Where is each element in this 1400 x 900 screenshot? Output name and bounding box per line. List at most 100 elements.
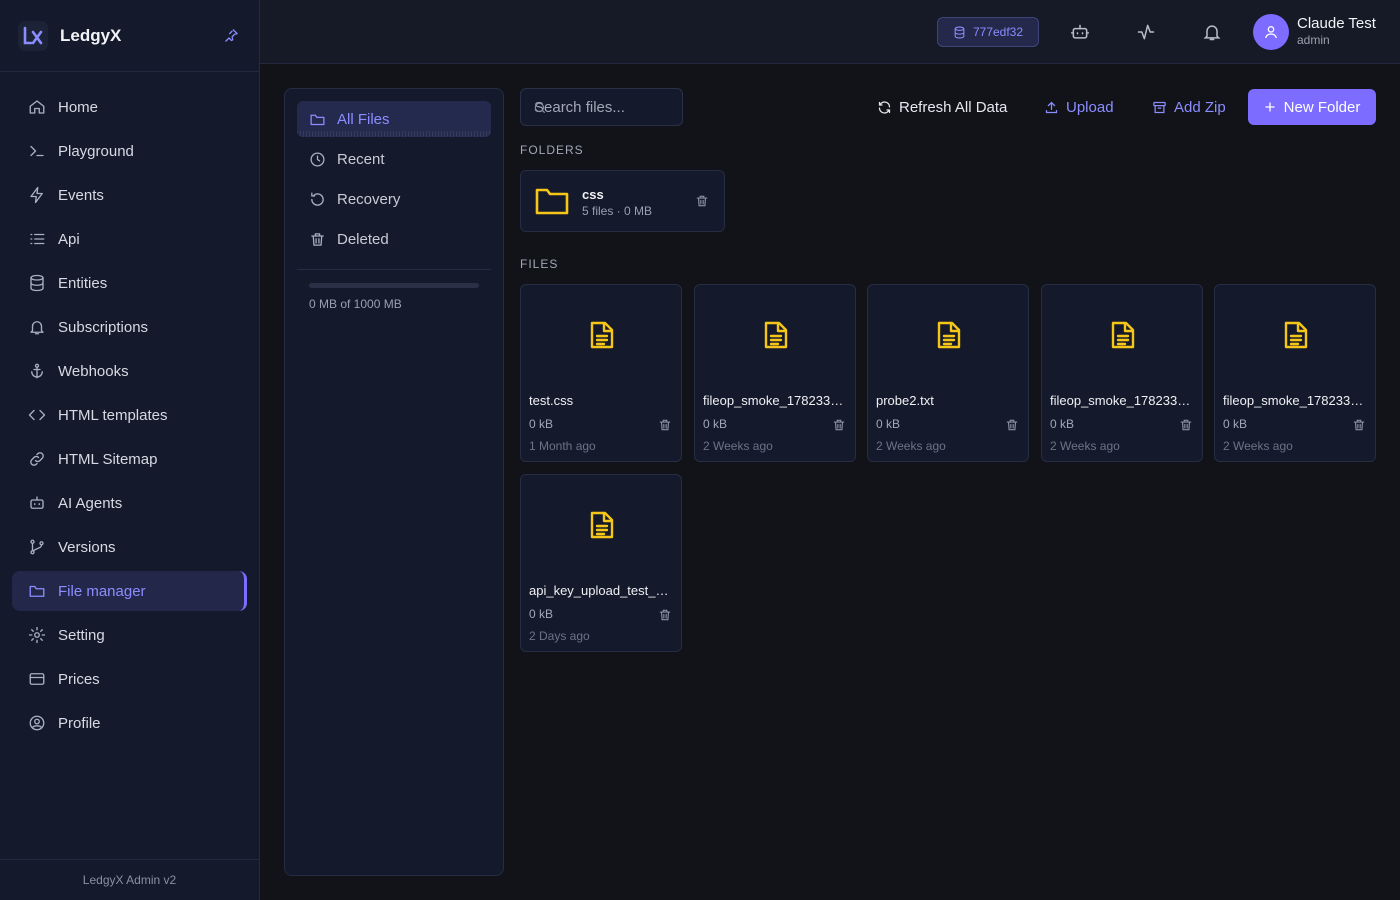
clock-icon [309,151,326,168]
pin-icon[interactable] [221,26,241,46]
file-date: 1 Month ago [529,439,596,453]
sidebar-footer: LedgyX Admin v2 [0,859,259,900]
file-date: 2 Weeks ago [1050,439,1120,453]
file-card[interactable]: probe2.txt 0 kB 2 Weeks ago [867,284,1029,462]
terminal-icon [28,142,46,160]
document-icon [589,511,615,539]
filter-recent[interactable]: Recent [297,141,491,177]
filter-deleted[interactable]: Deleted [297,221,491,257]
storage-progress-bar [309,283,479,288]
sidebar-item-playground[interactable]: Playground [12,131,247,171]
folder-card[interactable]: css 5 files · 0 MB [520,170,725,232]
add-zip-button[interactable]: Add Zip [1152,89,1226,125]
plus-icon [1264,101,1276,113]
sidebar-item-events[interactable]: Events [12,175,247,215]
document-icon [1283,321,1309,349]
sidebar-item-label: AI Agents [58,494,123,512]
file-card[interactable]: fileop_smoke_1782338... 0 kB 2 Weeks ago [1214,284,1376,462]
search-input[interactable] [521,89,682,125]
refresh-all-label: Refresh All Data [899,98,1008,116]
avatar[interactable] [1253,14,1289,50]
sidebar-item-html-templates[interactable]: HTML templates [12,395,247,435]
storage-usage-text: 0 MB of 1000 MB [309,297,402,311]
sidebar-item-subscriptions[interactable]: Subscriptions [12,307,247,347]
delete-file-icon[interactable] [658,608,672,622]
sidebar-item-home[interactable]: Home [12,87,247,127]
document-icon [1110,321,1136,349]
user-role: admin [1297,33,1330,47]
filter-all-files[interactable]: All Files [297,101,491,137]
file-filter-panel: 0 MB of 1000 MB All Files Recent Recovery D… [284,88,504,876]
file-name: fileop_smoke_1782338... [703,393,847,408]
filter-recovery[interactable]: Recovery [297,181,491,217]
brand-header: LedgyX [0,0,259,72]
refresh-all-button[interactable]: Refresh All Data [877,89,1007,125]
delete-file-icon[interactable] [832,418,846,432]
link-icon [28,450,46,468]
sidebar-item-prices[interactable]: Prices [12,659,247,699]
delete-file-icon[interactable] [1005,418,1019,432]
list-icon [28,230,46,248]
upload-icon [1044,100,1059,115]
document-icon [589,321,615,349]
sidebar-item-label: Subscriptions [58,318,149,336]
new-folder-button[interactable]: New Folder [1248,89,1376,125]
sidebar-item-label: Versions [58,538,116,556]
sidebar-item-label: Entities [58,274,108,292]
add-zip-label: Add Zip [1174,98,1226,116]
sidebar-item-label: Events [58,186,104,204]
sidebar-item-label: Setting [58,626,105,644]
sidebar-item-file-manager[interactable]: File manager [12,571,247,611]
branch-icon [28,538,46,556]
sidebar-item-setting[interactable]: Setting [12,615,247,655]
file-card[interactable]: fileop_smoke_1782338... 0 kB 2 Weeks ago [1041,284,1203,462]
sidebar-item-api[interactable]: Api [12,219,247,259]
gear-icon [28,626,46,644]
sidebar-item-label: File manager [58,582,146,600]
topbar: 777edf32 Claude Test admin [260,0,1400,64]
bolt-icon [28,186,46,204]
activity-icon[interactable] [1136,22,1156,42]
delete-file-icon[interactable] [1352,418,1366,432]
file-date: 2 Weeks ago [876,439,946,453]
upload-button[interactable]: Upload [1044,89,1114,125]
file-card[interactable]: api_key_upload_test_17... 0 kB 2 Days ago [520,474,682,652]
delete-folder-icon[interactable] [695,194,709,208]
file-size: 0 kB [1223,417,1248,431]
sidebar-item-label: HTML templates [58,406,168,424]
sidebar-item-html-sitemap[interactable]: HTML Sitemap [12,439,247,479]
delete-file-icon[interactable] [658,418,672,432]
file-card[interactable]: fileop_smoke_1782338... 0 kB 2 Weeks ago [694,284,856,462]
restore-icon [309,191,326,208]
robot-icon [28,494,46,512]
user-name[interactable]: Claude Test [1297,15,1376,32]
project-selector[interactable]: 777edf32 [937,17,1039,47]
filter-label: Recovery [337,190,401,208]
panel-divider [297,269,491,270]
file-card[interactable]: test.css 0 kB 1 Month ago [520,284,682,462]
sidebar-item-versions[interactable]: Versions [12,527,247,567]
card-icon [28,670,46,688]
file-name: test.css [529,393,574,408]
sidebar-item-label: Prices [58,670,100,688]
home-icon [28,98,46,116]
new-folder-label: New Folder [1283,98,1361,116]
sidebar-item-entities[interactable]: Entities [12,263,247,303]
file-date: 2 Weeks ago [703,439,773,453]
trash-icon [309,231,326,248]
delete-file-icon[interactable] [1179,418,1193,432]
brand-name: LedgyX [60,25,122,45]
logo-icon[interactable] [18,20,48,51]
code-icon [28,406,46,424]
robot-icon[interactable] [1070,22,1090,42]
file-name: api_key_upload_test_17... [529,583,673,598]
folders-heading: FOLDERS [520,143,584,157]
file-name: fileop_smoke_1782338... [1223,393,1367,408]
bell-icon[interactable] [1202,22,1222,42]
sidebar-item-label: HTML Sitemap [58,450,158,468]
sidebar-item-ai-agents[interactable]: AI Agents [12,483,247,523]
files-heading: FILES [520,257,559,271]
sidebar-item-profile[interactable]: Profile [12,703,247,743]
folder-meta: 5 files · 0 MB [582,204,653,218]
sidebar-item-webhooks[interactable]: Webhooks [12,351,247,391]
